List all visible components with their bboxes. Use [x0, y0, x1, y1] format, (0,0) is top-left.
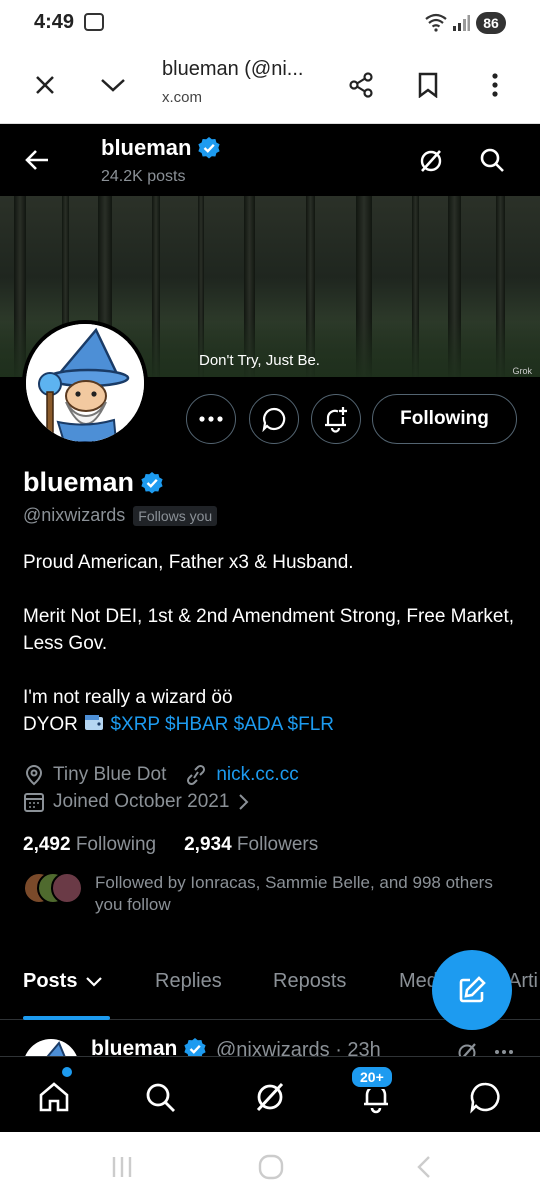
profile-name: blueman [23, 467, 164, 498]
custom-tab-toolbar: blueman (@ni... x.com [0, 48, 540, 124]
bio-cashtags[interactable]: $XRP $HBAR $ADA $FLR [110, 714, 334, 735]
wizard-avatar-image [26, 324, 144, 442]
profile-location: Tiny Blue Dot [53, 764, 167, 785]
bottom-nav: 20+ [0, 1056, 540, 1132]
status-time: 4:49 [34, 11, 75, 33]
back-icon[interactable] [414, 1154, 434, 1180]
profile-bio: Proud American, Father x3 & Husband. Mer… [23, 549, 523, 738]
avatar [51, 872, 83, 904]
nav-search[interactable] [140, 1077, 180, 1117]
chevron-down-icon [86, 976, 103, 987]
message-bubble-icon [470, 1082, 500, 1114]
more-horiz-icon [199, 416, 223, 422]
tab-posts[interactable]: Posts [23, 970, 103, 993]
status-bar: 4:49 86 [0, 0, 540, 48]
bio-line: DYOR $XRP $HBAR $ADA $FLR [23, 711, 523, 738]
wallet-emoji-icon [85, 715, 104, 730]
following-count-label: Following [75, 834, 157, 855]
nav-home[interactable] [34, 1077, 74, 1117]
more-vert-icon[interactable] [480, 70, 510, 100]
tab-reposts[interactable]: Reposts [273, 970, 346, 993]
share-icon[interactable] [346, 70, 376, 100]
banner-tagline: Don't Try, Just Be. [199, 352, 320, 369]
nav-grok[interactable] [250, 1077, 290, 1117]
following-count-link[interactable]: 2,492 Following [23, 834, 156, 856]
tab-posts-label: Posts [23, 970, 78, 992]
bio-line: Proud American, Father x3 & Husband. [23, 552, 354, 573]
tab-replies[interactable]: Replies [155, 970, 222, 993]
profile-joined: Joined October 2021 [53, 791, 230, 812]
more-options-button[interactable] [186, 394, 236, 444]
back-arrow-icon[interactable] [24, 148, 50, 172]
profile-joined-row[interactable]: Joined October 2021 [23, 791, 523, 813]
banner-watermark: Grok [512, 366, 532, 376]
home-button-icon[interactable] [257, 1154, 285, 1180]
chevron-right-icon [239, 794, 249, 810]
message-bubble-icon [262, 407, 286, 432]
follow-counts: 2,492 Following 2,934 Followers [23, 834, 318, 856]
verified-badge-icon[interactable] [140, 471, 164, 495]
verified-badge-icon [198, 137, 221, 159]
close-icon[interactable] [30, 70, 60, 100]
bookmark-icon[interactable] [413, 70, 443, 100]
grok-icon[interactable] [417, 147, 445, 175]
profile-website[interactable]: nick.cc.cc [216, 764, 298, 786]
bell-plus-icon [325, 407, 347, 433]
home-notification-dot [62, 1067, 72, 1077]
active-tab-indicator [23, 1016, 110, 1020]
system-nav-bar [0, 1132, 540, 1200]
search-icon [146, 1083, 175, 1112]
post-header[interactable]: blueman @nixwizards · 23h [0, 1029, 540, 1095]
bio-line: I'm not really a wizard öö [23, 687, 233, 708]
compose-pencil-icon [459, 976, 486, 1003]
battery-indicator: 86 [476, 12, 506, 34]
calendar-icon [24, 793, 44, 812]
page-url: x.com [162, 89, 203, 106]
signal-icon [453, 15, 470, 31]
compose-button[interactable] [432, 950, 512, 1030]
search-icon[interactable] [479, 147, 505, 173]
link-icon [187, 764, 206, 786]
profile-avatar[interactable] [22, 320, 148, 446]
followers-count: 2,934 [184, 834, 232, 855]
wifi-icon [425, 13, 447, 32]
x-profile-page: blueman 24.2K posts Don't Try, Just Be. … [0, 124, 540, 1132]
followed-by-row[interactable]: Followed by Ionracas, Sammie Belle, and … [23, 872, 523, 916]
following-button[interactable]: Following [372, 394, 517, 444]
tab-articles[interactable]: Arti [508, 970, 538, 993]
followed-by-avatars [23, 872, 83, 906]
profile-handle: @nixwizards [23, 505, 126, 525]
following-count: 2,492 [23, 834, 71, 855]
recents-icon[interactable] [110, 1154, 134, 1180]
followers-count-label: Followers [236, 834, 319, 855]
notify-button[interactable] [311, 394, 361, 444]
screenshot-icon [84, 13, 104, 31]
notifications-badge: 20+ [350, 1065, 394, 1089]
followers-count-link[interactable]: 2,934 Followers [184, 834, 318, 856]
bio-dyor: DYOR [23, 714, 78, 735]
header-posts-count: 24.2K posts [101, 168, 186, 185]
nav-messages[interactable] [465, 1077, 505, 1117]
profile-header-bar: blueman 24.2K posts [0, 124, 540, 196]
header-name-text: blueman [101, 135, 192, 160]
location-pin-icon [25, 764, 43, 786]
follows-you-badge: Follows you [133, 505, 218, 526]
bio-line: Merit Not DEI, 1st & 2nd Amendment Stron… [23, 606, 515, 654]
header-name: blueman [101, 135, 221, 161]
followed-by-text: Followed by Ionracas, Sammie Belle, and … [95, 873, 493, 914]
grok-icon [256, 1082, 284, 1112]
profile-meta-row: Tiny Blue Dot nick.cc.cc [23, 764, 523, 786]
home-icon [39, 1082, 69, 1112]
more-horiz-icon[interactable] [494, 1049, 514, 1055]
profile-handle-row: @nixwizards Follows you [23, 505, 218, 526]
page-title: blueman (@ni... [162, 58, 304, 80]
chevron-down-icon[interactable] [98, 70, 128, 100]
profile-name-text: blueman [23, 467, 135, 497]
message-button[interactable] [249, 394, 299, 444]
